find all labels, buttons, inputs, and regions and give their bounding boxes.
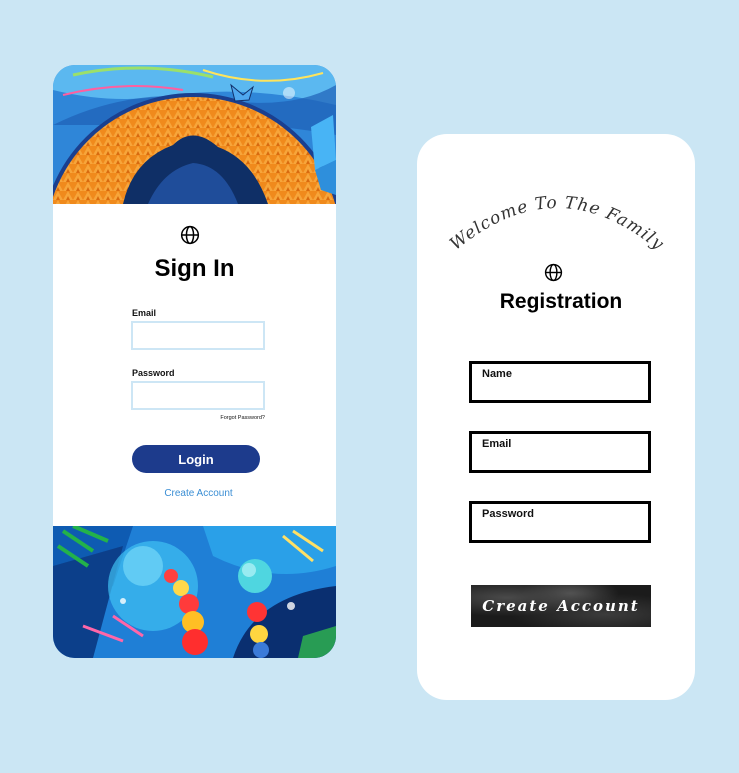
header-artwork <box>53 65 336 204</box>
name-field[interactable]: Name <box>469 361 651 403</box>
password-field[interactable]: Password <box>469 501 651 543</box>
email-input[interactable] <box>131 321 265 350</box>
page-title: Sign In <box>154 255 235 282</box>
svg-text:Welcome To The Family: Welcome To The Family <box>447 193 667 254</box>
password-label: Password <box>482 508 534 520</box>
name-input[interactable] <box>480 382 639 398</box>
create-account-button[interactable]: Create Account <box>471 585 651 627</box>
password-input[interactable] <box>131 381 265 410</box>
globe-icon <box>180 225 200 245</box>
email-input[interactable] <box>480 452 639 468</box>
password-input[interactable] <box>480 522 639 538</box>
create-account-link[interactable]: Create Account <box>53 488 336 499</box>
footer-artwork <box>53 526 336 658</box>
forgot-password-link[interactable]: Forgot Password? <box>220 415 265 421</box>
signin-card: Sign In Email Password Forgot Password? … <box>53 65 336 658</box>
globe-icon <box>544 263 563 282</box>
email-field[interactable]: Email <box>469 431 651 473</box>
registration-card: Welcome To The Family Registration Name … <box>417 134 695 700</box>
name-label: Name <box>482 368 512 380</box>
welcome-heading: Welcome To The Family <box>447 193 667 254</box>
email-label: Email <box>482 438 512 450</box>
registration-title: Registration <box>499 290 623 313</box>
email-label: Email <box>132 308 157 318</box>
login-button[interactable]: Login <box>132 445 260 473</box>
password-label: Password <box>132 368 175 378</box>
